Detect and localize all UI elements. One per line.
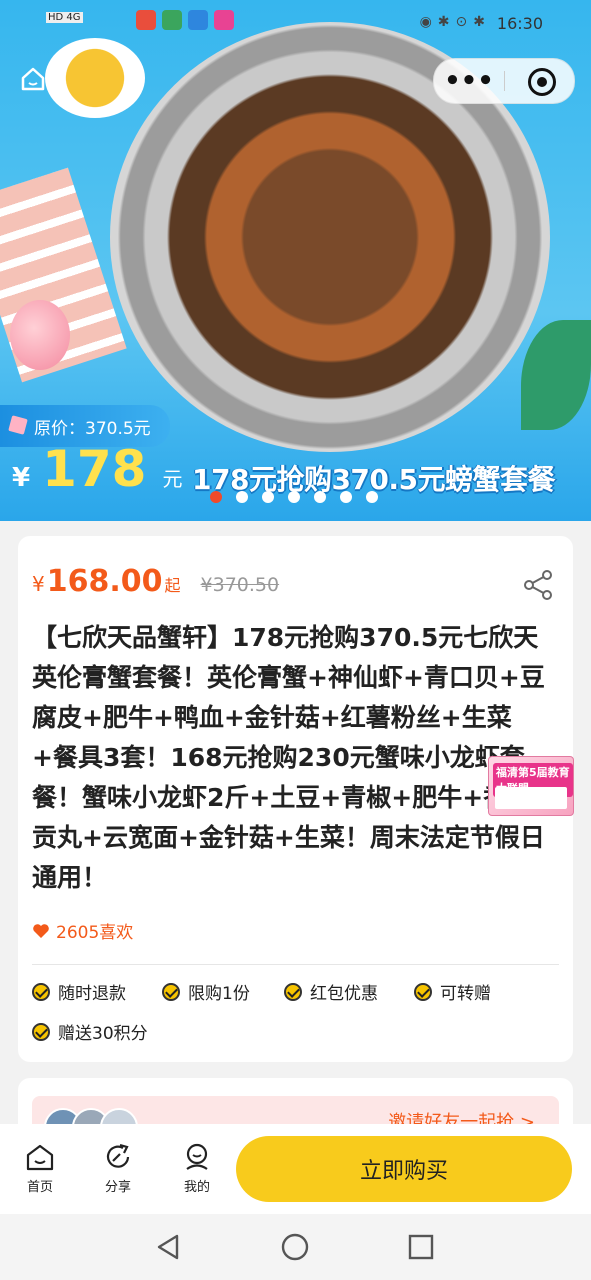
service-tag: 限购1份	[162, 979, 250, 1004]
nav-mine-button[interactable]: 我的	[167, 1142, 227, 1195]
more-icon[interactable]: •••	[434, 59, 504, 103]
price-suffix: 起	[164, 576, 181, 595]
hero-price: ¥ 178 元	[0, 440, 182, 510]
currency-symbol: ¥	[32, 572, 45, 596]
home-icon[interactable]	[20, 66, 46, 92]
carousel-dot[interactable]	[366, 491, 378, 503]
floating-ad[interactable]: 福清第5届教育大联盟	[488, 756, 574, 816]
sauce-bowl-image	[45, 38, 145, 118]
hero-currency: ¥	[12, 463, 31, 493]
status-bar: HD 4G ◉✱⊙✱ 16:30	[46, 10, 591, 36]
leaf-decoration	[521, 320, 591, 430]
nav-share-button[interactable]: 分享	[88, 1142, 148, 1195]
carousel-dot[interactable]	[288, 491, 300, 503]
carousel-dot[interactable]	[236, 491, 248, 503]
peach-decoration	[10, 300, 70, 370]
service-tag-label: 随时退款	[58, 984, 126, 1004]
carousel-dot[interactable]	[262, 491, 274, 503]
recents-icon[interactable]	[406, 1232, 436, 1262]
carousel-dot[interactable]	[314, 491, 326, 503]
check-icon	[32, 1022, 50, 1041]
carousel-dot[interactable]	[210, 491, 222, 503]
service-tag-label: 红包优惠	[310, 984, 378, 1004]
current-price: 168.00	[46, 564, 163, 599]
share-icon	[106, 1143, 130, 1168]
notification-icons	[136, 10, 234, 30]
share-icon[interactable]	[521, 568, 555, 602]
like-count[interactable]: 2605喜欢	[32, 918, 133, 943]
service-tag: 可转赠	[414, 979, 491, 1004]
hero-price-unit: 元	[162, 467, 183, 491]
service-tag: 红包优惠	[284, 979, 378, 1004]
home-icon	[26, 1144, 54, 1171]
check-icon	[414, 982, 432, 1001]
system-navigation-bar	[0, 1214, 591, 1280]
service-tag: 随时退款	[32, 979, 126, 1004]
service-tag: 赠送30积分	[32, 1019, 148, 1044]
check-icon	[162, 982, 180, 1001]
price-row: ¥ 168.00 起 ¥370.50	[32, 564, 279, 604]
close-miniprogram-icon[interactable]	[528, 68, 556, 96]
back-icon[interactable]	[153, 1232, 183, 1262]
original-price: ¥370.50	[200, 574, 280, 596]
system-status-icons: ◉✱⊙✱	[419, 14, 491, 30]
nav-home-button[interactable]: 首页	[10, 1142, 70, 1195]
carousel-dot[interactable]	[340, 491, 352, 503]
clock: 16:30	[496, 14, 543, 33]
hero-carousel[interactable]: HD 4G ◉✱⊙✱ 16:30 ••• 原价：370.5元 ¥ 178 元 1…	[0, 0, 591, 521]
capsule-divider	[504, 71, 505, 91]
check-icon	[32, 982, 50, 1001]
user-icon	[186, 1143, 208, 1170]
bottom-action-bar: 首页 分享 我的 立即购买	[0, 1124, 591, 1214]
service-tag-label: 赠送30积分	[58, 1024, 148, 1044]
ad-body	[495, 787, 567, 809]
network-indicator: HD 4G	[46, 12, 83, 23]
service-tag-label: 可转赠	[440, 984, 491, 1004]
service-tag-label: 限购1份	[188, 984, 250, 1004]
hero-price-value: 178	[42, 440, 147, 498]
nav-mine-label: 我的	[183, 1180, 210, 1195]
like-count-text: 2605喜欢	[56, 923, 134, 943]
miniprogram-capsule: •••	[433, 58, 575, 104]
home-circle-icon[interactable]	[280, 1232, 310, 1262]
divider	[32, 964, 559, 965]
nav-home-label: 首页	[26, 1180, 53, 1195]
carousel-indicator[interactable]	[210, 491, 378, 503]
buy-now-button[interactable]: 立即购买	[236, 1136, 572, 1202]
nav-share-label: 分享	[104, 1180, 131, 1195]
check-icon	[284, 982, 302, 1001]
heart-icon	[33, 923, 49, 938]
product-title: 【七欣天品蟹轩】178元抢购370.5元七欣天英伦膏蟹套餐！英伦膏蟹+神仙虾+青…	[32, 623, 545, 892]
